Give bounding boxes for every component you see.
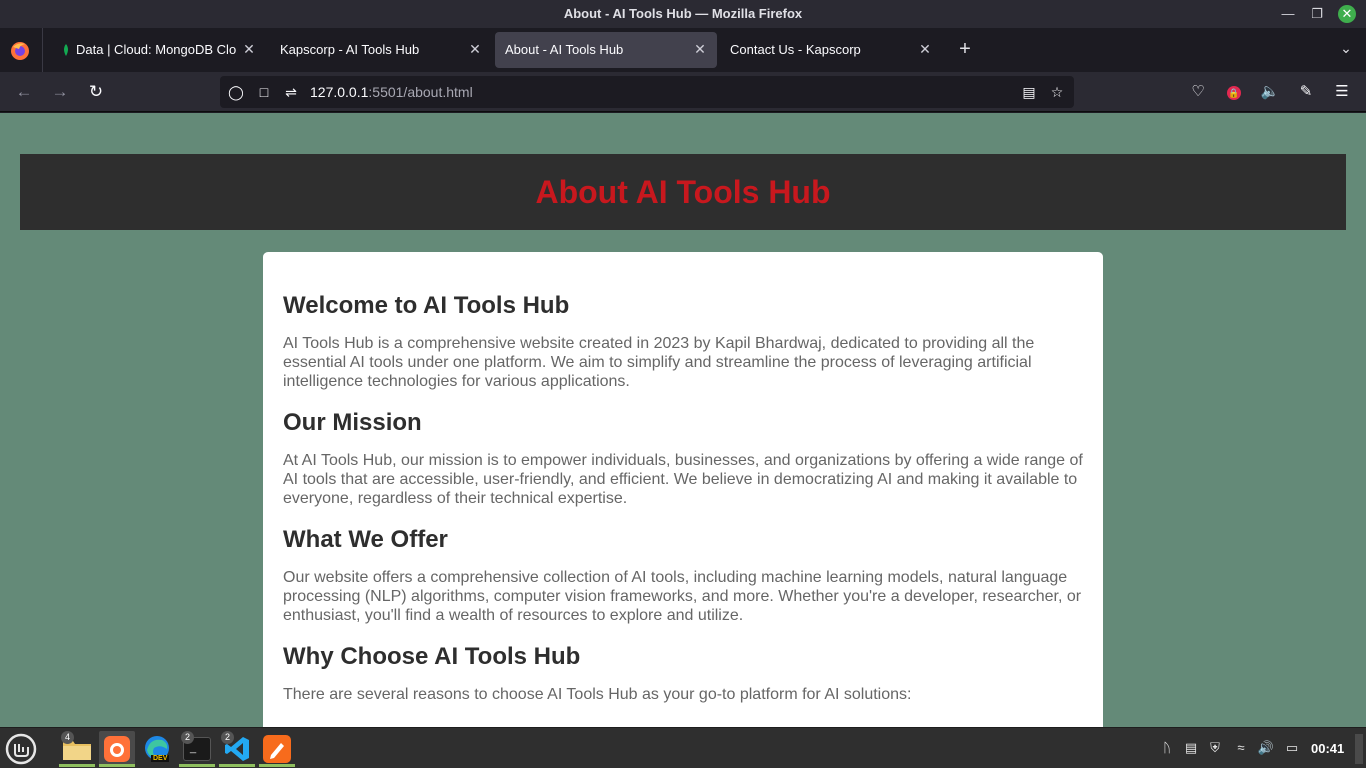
pen-icon — [263, 735, 291, 763]
page-title: About AI Tools Hub — [535, 174, 831, 210]
tab-label: Kapscorp - AI Tools Hub — [280, 42, 420, 57]
tab-about[interactable]: About - AI Tools Hub ✕ — [495, 32, 717, 68]
reload-icon[interactable]: ↻ — [86, 82, 106, 102]
firefox-app-icon[interactable] — [99, 731, 135, 767]
mint-menu-icon[interactable] — [5, 733, 37, 765]
vscode-app-icon[interactable]: 2 — [219, 731, 255, 767]
tab-label: About - AI Tools Hub — [505, 42, 624, 57]
reader-view-icon[interactable]: ▤ — [1020, 83, 1038, 101]
files-badge: 4 — [61, 731, 74, 744]
tab-label: Contact Us - Kapscorp — [730, 42, 861, 57]
shield-icon[interactable]: ◯ — [227, 83, 245, 101]
section-heading-why: Why Choose AI Tools Hub — [283, 643, 581, 670]
tab-close-icon[interactable]: ✕ — [691, 40, 709, 58]
tab-close-icon[interactable]: ✕ — [916, 40, 934, 58]
minimize-icon[interactable]: — — [1279, 5, 1297, 23]
section-heading-mission: Our Mission — [283, 409, 422, 436]
forward-arrow-icon[interactable]: → — [50, 82, 70, 102]
show-desktop-button[interactable] — [1355, 734, 1363, 764]
clock[interactable]: 00:41 — [1311, 741, 1344, 756]
site-header: About AI Tools Hub — [20, 154, 1346, 230]
url-host: 127.0.0.1 — [310, 84, 369, 100]
bluetooth-icon[interactable]: ᚢ — [1158, 739, 1176, 757]
vscode-badge: 2 — [221, 731, 234, 744]
pocket-icon[interactable]: ♡ — [1188, 82, 1208, 102]
chevron-down-icon[interactable]: ⌄ — [1336, 40, 1356, 60]
edge-dev-app-icon[interactable]: DEV — [139, 731, 175, 767]
section-text-offer: Our website offers a comprehensive colle… — [283, 569, 1082, 624]
section-text-why: There are several reasons to choose AI T… — [283, 686, 912, 703]
navigation-toolbar: ← → ↻ ◯ □ ⇌ 127.0.0.1:5501/about.html ▤ … — [0, 72, 1366, 112]
extension-lock-icon[interactable]: 🔒 — [1224, 82, 1244, 102]
tab-strip: Data | Cloud: MongoDB Clo ✕ Kapscorp - A… — [0, 28, 1366, 72]
taskbar: 4 DEV _ 2 2 ᚢ ▤ ⛨ ≈ 🔊 ▭ 00:41 — [0, 727, 1366, 768]
new-tab-icon[interactable]: + — [955, 39, 975, 60]
section-heading-offer: What We Offer — [283, 526, 448, 553]
tab-contact[interactable]: Contact Us - Kapscorp ✕ — [720, 32, 942, 68]
url-bar[interactable]: ◯ □ ⇌ 127.0.0.1:5501/about.html ▤ ☆ — [220, 76, 1074, 108]
back-arrow-icon[interactable]: ← — [14, 82, 34, 102]
tab-close-icon[interactable]: ✕ — [240, 40, 258, 58]
tab-kapscorp[interactable]: Kapscorp - AI Tools Hub ✕ — [270, 32, 492, 68]
files-app-icon[interactable]: 4 — [59, 731, 95, 767]
hamburger-menu-icon[interactable]: ☰ — [1332, 82, 1352, 102]
tab-mongodb[interactable]: Data | Cloud: MongoDB Clo ✕ — [48, 32, 266, 68]
clipboard-icon[interactable]: ▤ — [1182, 739, 1200, 757]
shield-tray-icon[interactable]: ⛨ — [1206, 739, 1224, 757]
running-indicator — [59, 764, 95, 767]
terminal-badge: 2 — [181, 731, 194, 744]
bookmark-star-icon[interactable]: ☆ — [1048, 83, 1066, 101]
firefox-icon[interactable] — [9, 40, 31, 62]
running-indicator — [179, 764, 215, 767]
url-path: :5501/about.html — [368, 84, 473, 100]
wifi-icon[interactable]: ≈ — [1232, 739, 1250, 757]
url-text[interactable]: 127.0.0.1:5501/about.html — [310, 84, 473, 100]
edge-dev-label: DEV — [151, 755, 170, 762]
section-heading-welcome: Welcome to AI Tools Hub — [283, 292, 570, 319]
terminal-app-icon[interactable]: _ 2 — [179, 731, 215, 767]
battery-icon[interactable]: ▭ — [1283, 739, 1301, 757]
about-card: Welcome to AI Tools Hub AI Tools Hub is … — [263, 252, 1103, 727]
window-titlebar: About - AI Tools Hub — Mozilla Firefox —… — [0, 0, 1366, 28]
tab-label: Data | Cloud: MongoDB Clo — [76, 42, 237, 57]
tab-separator — [42, 28, 43, 72]
permissions-icon[interactable]: ⇌ — [282, 83, 300, 101]
section-text-mission: At AI Tools Hub, our mission is to empow… — [283, 452, 1083, 507]
close-window-icon[interactable]: ✕ — [1338, 5, 1356, 23]
running-indicator — [259, 764, 295, 767]
page-icon[interactable]: □ — [255, 83, 273, 101]
speaker-icon[interactable]: 🔈 — [1260, 82, 1280, 102]
mongodb-leaf-icon — [64, 44, 68, 56]
section-text-welcome: AI Tools Hub is a comprehensive website … — [283, 335, 1035, 390]
window-title: About - AI Tools Hub — Mozilla Firefox — [563, 6, 803, 21]
sublime-app-icon[interactable] — [259, 731, 295, 767]
extensions-icon[interactable]: ✎ — [1296, 82, 1316, 102]
maximize-icon[interactable]: ❐ — [1308, 5, 1326, 23]
running-indicator — [99, 764, 135, 767]
volume-icon[interactable]: 🔊 — [1257, 739, 1275, 757]
tab-close-icon[interactable]: ✕ — [466, 40, 484, 58]
page-viewport: About AI Tools Hub Welcome to AI Tools H… — [0, 113, 1366, 727]
running-indicator — [219, 764, 255, 767]
firefox-icon — [104, 736, 130, 762]
